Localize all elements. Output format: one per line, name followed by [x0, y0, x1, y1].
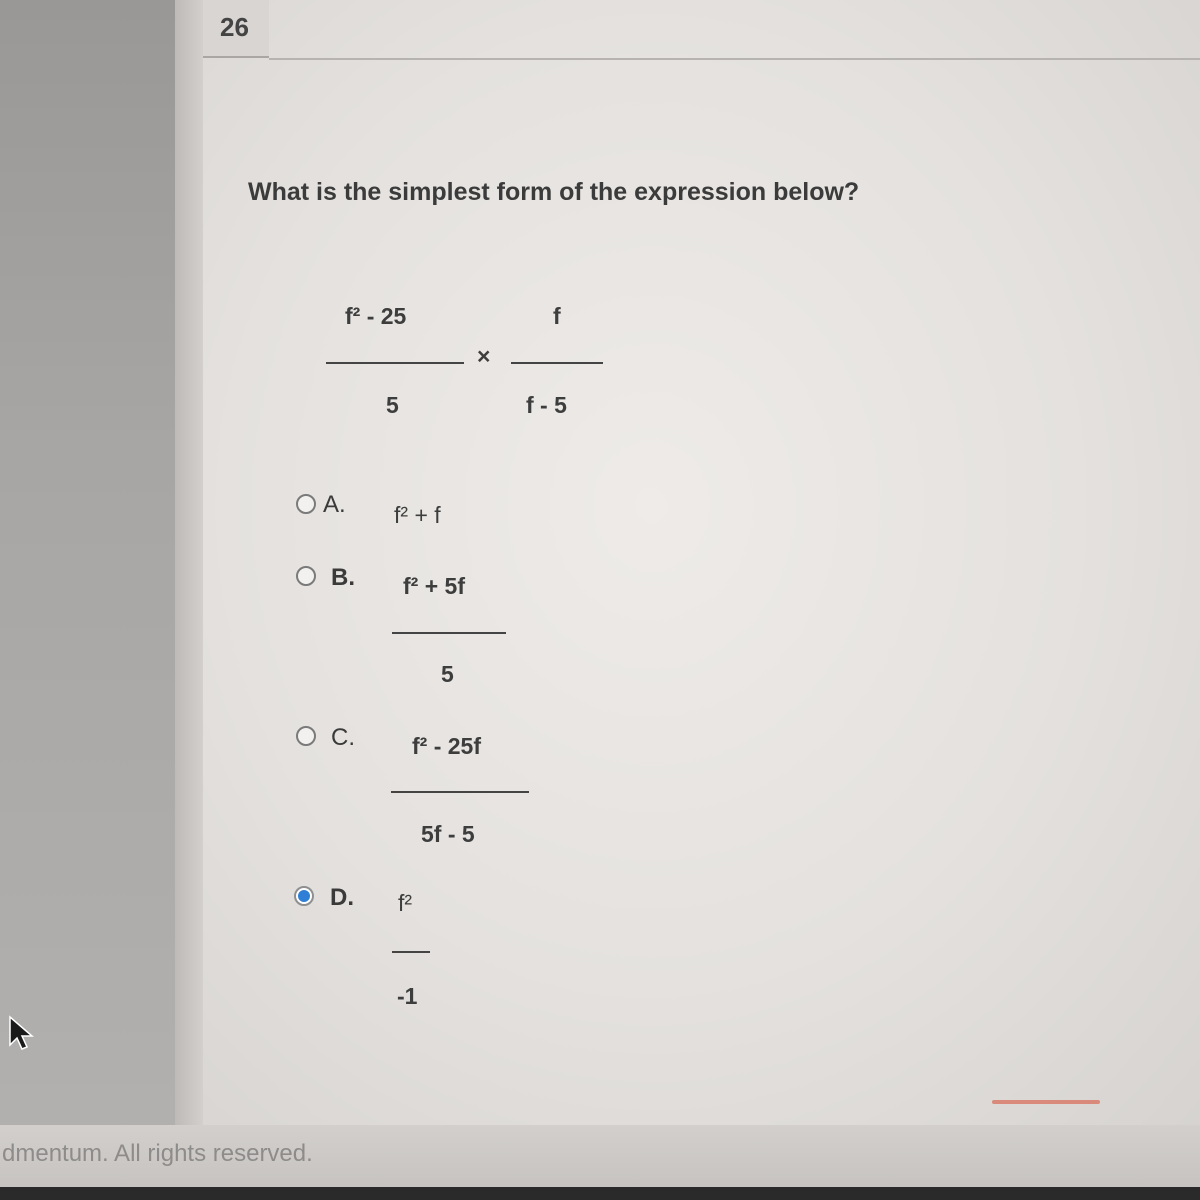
monitor-bezel — [0, 1187, 1200, 1200]
question-panel — [203, 0, 1200, 1125]
sidebar-divider — [175, 0, 203, 1125]
expression-left-denominator: 5 — [386, 392, 399, 418]
option-c-fraction-bar — [391, 791, 529, 793]
copyright-text: dmentum. All rights reserved. — [2, 1140, 313, 1167]
option-d-denominator: -1 — [397, 983, 418, 1009]
option-d-letter: D. — [330, 884, 354, 911]
option-c-numerator: f² - 25f — [412, 733, 481, 759]
expression-left-numerator: f² - 25 — [345, 303, 407, 329]
option-d-radio[interactable] — [294, 886, 314, 906]
question-number: 26 — [220, 12, 249, 42]
option-d-numerator: f² — [398, 890, 413, 916]
header-divider — [269, 58, 1200, 60]
option-a-letter: A. — [323, 491, 346, 518]
option-d-fraction-bar — [392, 951, 430, 953]
accent-line — [992, 1100, 1100, 1104]
option-b-denominator: 5 — [441, 661, 454, 687]
expression-left-fraction-bar — [326, 362, 464, 364]
option-c-denominator: 5f - 5 — [421, 821, 475, 847]
expression-right-denominator: f - 5 — [526, 392, 567, 418]
question-text: What is the simplest form of the express… — [248, 178, 860, 206]
mouse-cursor-icon — [9, 1015, 35, 1050]
left-sidebar — [0, 0, 175, 1125]
option-b-letter: B. — [331, 564, 355, 591]
option-a-radio[interactable] — [296, 494, 316, 514]
expression-right-numerator: f — [553, 303, 561, 329]
option-a-numerator: f² + f — [394, 502, 441, 528]
option-b-fraction-bar — [392, 632, 506, 634]
expression-right-fraction-bar — [511, 362, 603, 364]
option-b-numerator: f² + 5f — [403, 573, 465, 599]
option-c-letter: C. — [331, 724, 355, 751]
option-b-radio[interactable] — [296, 566, 316, 586]
option-c-radio[interactable] — [296, 726, 316, 746]
expression-operator: × — [477, 343, 491, 369]
